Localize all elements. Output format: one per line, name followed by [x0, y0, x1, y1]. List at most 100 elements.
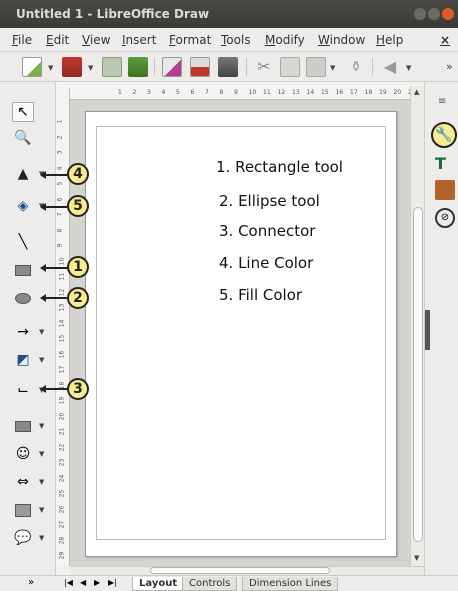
callout-arrowhead: [40, 203, 46, 211]
export-pdf-icon[interactable]: [190, 57, 210, 77]
save-icon[interactable]: [128, 57, 148, 77]
callout-badge: 2: [67, 287, 89, 309]
ruler-tick-label: 5: [176, 89, 180, 96]
menu-window[interactable]: Window: [318, 33, 365, 47]
menu-format[interactable]: Format: [169, 33, 211, 47]
templates-dropdown-arrow[interactable]: ▼: [88, 64, 93, 72]
last-page-button[interactable]: ▶|: [108, 578, 117, 587]
flowchart-dropdown-arrow[interactable]: ▼: [39, 506, 44, 514]
ruler-tick-label: 13: [58, 303, 66, 312]
scroll-up-icon[interactable]: ▲: [414, 88, 419, 96]
connector-tool-icon[interactable]: ⌙: [12, 380, 34, 400]
title-bar: Untitled 1 - LibreOffice Draw: [0, 0, 458, 28]
lines-arrows-dropdown-arrow[interactable]: ▼: [39, 328, 44, 336]
toolbar-separator: [154, 58, 155, 76]
select-arrow-icon[interactable]: ↖: [12, 102, 34, 122]
drawing-page[interactable]: [85, 111, 397, 557]
callout-badge: 5: [67, 195, 89, 217]
legend-item-line-color: 4. Line Color: [219, 254, 314, 272]
menu-tools[interactable]: Tools: [221, 33, 251, 47]
tab-dimension-lines[interactable]: Dimension Lines: [242, 577, 339, 591]
maximize-button[interactable]: [428, 8, 440, 20]
sidebar-collapse-handle[interactable]: [425, 310, 430, 350]
menu-help[interactable]: Help: [376, 33, 403, 47]
ruler-tick-label: 25: [58, 489, 66, 498]
scrollbar-thumb[interactable]: [413, 207, 423, 542]
horizontal-ruler[interactable]: 123456789101112131415161718192021: [70, 86, 410, 100]
basic-shapes-icon[interactable]: [12, 416, 34, 436]
symbol-shapes-dropdown-arrow[interactable]: ▼: [39, 450, 44, 458]
curves-dropdown-arrow[interactable]: ▼: [39, 356, 44, 364]
basic-shapes-dropdown-arrow[interactable]: ▼: [39, 422, 44, 430]
callout-arrow: [44, 174, 68, 176]
sidebar-deck: ≡ 🔧 T ⊘: [424, 82, 458, 575]
tab-layout[interactable]: Layout: [132, 577, 185, 591]
horizontal-scrollbar[interactable]: [70, 566, 424, 575]
ruler-tick-label: 28: [58, 536, 66, 544]
export-icon[interactable]: [162, 57, 182, 77]
toolbar-overflow[interactable]: »: [446, 60, 453, 73]
ruler-tick-label: 12: [277, 89, 286, 96]
block-arrows-dropdown-arrow[interactable]: ▼: [39, 478, 44, 486]
ruler-tick-label: 12: [58, 288, 66, 296]
menu-modify[interactable]: Modify: [265, 33, 305, 47]
paste-icon[interactable]: [306, 57, 326, 77]
symbol-shapes-icon[interactable]: ☺: [12, 444, 34, 464]
navigator-icon[interactable]: ⊘: [435, 208, 455, 228]
ruler-tick-label: 23: [58, 458, 66, 467]
more-options-icon[interactable]: »: [28, 577, 34, 588]
zoom-icon[interactable]: 🔍: [12, 128, 34, 148]
new-document-icon[interactable]: [22, 57, 42, 77]
new-dropdown-arrow[interactable]: ▼: [48, 64, 53, 72]
line-color-icon[interactable]: ▲: [12, 164, 34, 184]
ruler-tick-label: 19: [379, 89, 387, 96]
rectangle-tool-icon[interactable]: [12, 260, 34, 280]
line-tool-icon[interactable]: ╲: [12, 232, 34, 252]
next-page-button[interactable]: ▶: [94, 578, 100, 587]
gallery-icon[interactable]: [435, 180, 455, 200]
tab-controls[interactable]: Controls: [182, 577, 238, 591]
print-icon[interactable]: [218, 57, 238, 77]
flowchart-icon[interactable]: [12, 500, 34, 520]
clone-formatting-icon[interactable]: ⚱: [346, 57, 366, 77]
callout-arrow: [44, 206, 68, 208]
block-arrows-icon[interactable]: ⇔: [12, 472, 34, 492]
callout-arrowhead: [40, 264, 46, 272]
vertical-ruler[interactable]: 1 2 3 4 5 6 7 8 9 10 11 12 13 14 15 16 17 18 19 20 21 22 23 24 2…: [56, 88, 70, 566]
cut-icon[interactable]: ✂: [254, 57, 274, 77]
paste-dropdown-arrow[interactable]: ▼: [330, 64, 335, 72]
properties-wrench-icon[interactable]: 🔧: [431, 122, 457, 148]
page-margin: [96, 126, 386, 540]
minimize-button[interactable]: [414, 8, 426, 20]
ruler-tick-label: 10: [248, 89, 257, 96]
close-button[interactable]: [442, 8, 454, 20]
menu-edit[interactable]: Edit: [46, 33, 69, 47]
menu-insert[interactable]: Insert: [122, 33, 156, 47]
lines-arrows-icon[interactable]: →: [12, 322, 34, 342]
vertical-scrollbar[interactable]: ▲ ▼: [410, 86, 424, 566]
ruler-tick-label: 1: [118, 89, 122, 96]
templates-icon[interactable]: [62, 57, 82, 77]
first-page-button[interactable]: |◀: [64, 578, 73, 587]
menu-view[interactable]: View: [82, 33, 110, 47]
copy-icon[interactable]: [280, 57, 300, 77]
sidebar-menu-icon[interactable]: ≡: [438, 96, 446, 107]
ellipse-tool-icon[interactable]: [12, 288, 34, 308]
ruler-tick-label: 6: [190, 89, 195, 96]
callout-badge: 1: [67, 256, 89, 278]
curves-icon[interactable]: ◩: [12, 350, 34, 370]
menu-file[interactable]: File: [12, 33, 32, 47]
previous-page-button[interactable]: ◀: [80, 578, 86, 587]
styles-icon[interactable]: T: [435, 154, 455, 174]
open-icon[interactable]: [102, 57, 122, 77]
callouts-icon[interactable]: 💬: [12, 528, 34, 548]
undo-dropdown-arrow[interactable]: ▼: [406, 64, 411, 72]
callout-badge: 3: [67, 378, 89, 400]
hscroll-thumb[interactable]: [150, 567, 330, 574]
window-title: Untitled 1 - LibreOffice Draw: [16, 7, 210, 21]
close-document-button[interactable]: ×: [440, 33, 450, 47]
scroll-down-icon[interactable]: ▼: [414, 554, 419, 562]
undo-icon[interactable]: ◀: [380, 57, 400, 77]
fill-color-icon[interactable]: ◈: [12, 196, 34, 216]
callouts-dropdown-arrow[interactable]: ▼: [39, 534, 44, 542]
